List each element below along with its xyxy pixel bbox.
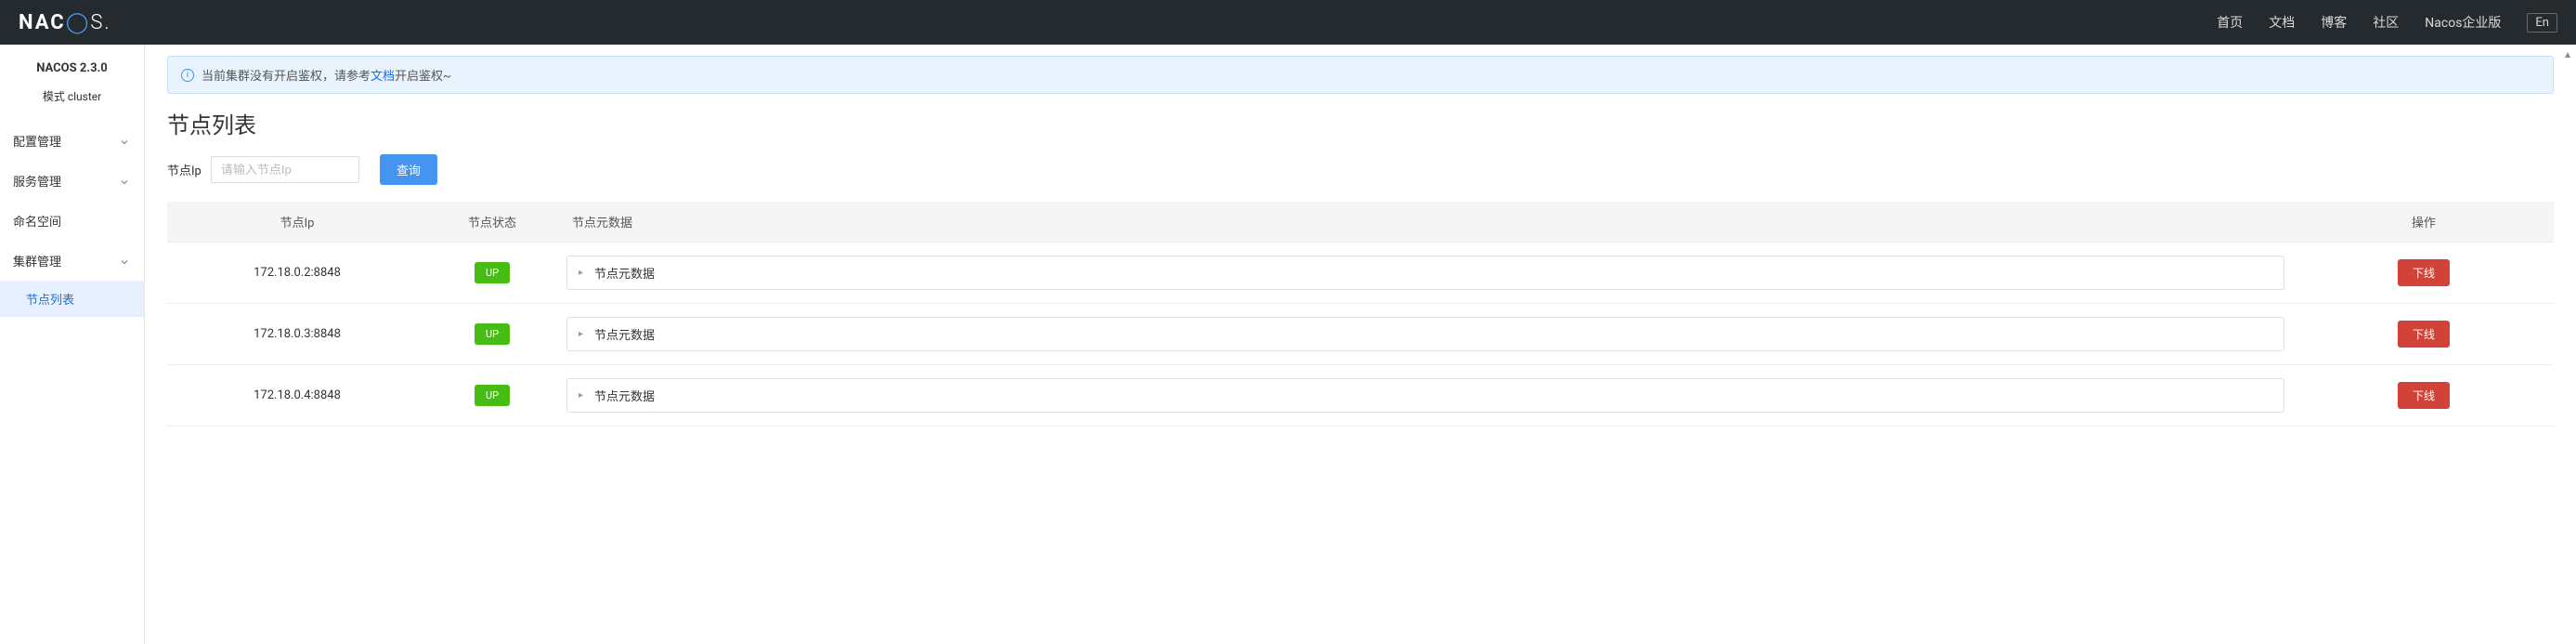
meta-expand-toggle[interactable]: ▸ 节点元数据 [566,378,2284,413]
status-badge: UP [475,323,510,345]
alert-docs-link[interactable]: 文档 [371,70,395,84]
scroll-up-icon: ▲ [2563,50,2572,60]
chevron-down-icon [120,256,129,266]
header-nav: 首页 文档 博客 社区 Nacos企业版 En [2217,13,2557,33]
cell-status: UP [427,243,557,304]
cell-action: 下线 [2294,365,2554,427]
sidebar-item-cluster[interactable]: 集群管理 [0,241,144,281]
offline-button[interactable]: 下线 [2398,259,2450,286]
sidebar-item-namespace[interactable]: 命名空间 [0,201,144,241]
nav-enterprise[interactable]: Nacos企业版 [2425,13,2501,32]
th-meta: 节点元数据 [557,202,2294,243]
table-row: 172.18.0.3:8848 UP ▸ 节点元数据 下线 [167,304,2554,365]
cell-status: UP [427,304,557,365]
mode-label: 模式 cluster [0,88,144,113]
nav-blog[interactable]: 博客 [2321,13,2347,32]
nav-docs[interactable]: 文档 [2269,13,2295,32]
alert-text-suffix: 开启鉴权~ [395,70,451,84]
cell-meta: ▸ 节点元数据 [557,243,2294,304]
cell-action: 下线 [2294,304,2554,365]
meta-label: 节点元数据 [594,387,655,404]
cell-ip: 172.18.0.4:8848 [167,365,427,427]
sidebar-item-config[interactable]: 配置管理 [0,121,144,161]
nav-home[interactable]: 首页 [2217,13,2243,32]
sidebar-item-service[interactable]: 服务管理 [0,161,144,201]
cell-meta: ▸ 节点元数据 [557,365,2294,427]
offline-button[interactable]: 下线 [2398,382,2450,409]
sidebar: NACOS 2.3.0 模式 cluster 配置管理 服务管理 命名空间 集群… [0,45,145,644]
sidebar-item-nodelist[interactable]: 节点列表 [0,281,144,317]
cell-status: UP [427,365,557,427]
search-label: 节点Ip [167,161,202,178]
chevron-right-icon: ▸ [579,390,583,401]
logo: NAC◯S. [19,11,111,34]
cell-action: 下线 [2294,243,2554,304]
chevron-right-icon: ▸ [579,329,583,339]
cell-ip: 172.18.0.3:8848 [167,304,427,365]
page-title: 节点列表 [167,107,2554,139]
node-ip-input[interactable] [211,156,359,183]
offline-button[interactable]: 下线 [2398,321,2450,348]
cell-ip: 172.18.0.2:8848 [167,243,427,304]
status-badge: UP [475,262,510,283]
chevron-down-icon [120,177,129,186]
lang-toggle[interactable]: En [2527,13,2557,33]
chevron-down-icon [120,137,129,146]
meta-expand-toggle[interactable]: ▸ 节点元数据 [566,317,2284,351]
th-action: 操作 [2294,202,2554,243]
version-label: NACOS 2.3.0 [0,61,144,75]
status-badge: UP [475,385,510,406]
chevron-right-icon: ▸ [579,268,583,278]
th-status: 节点状态 [427,202,557,243]
node-table: 节点Ip 节点状态 节点元数据 操作 172.18.0.2:8848 UP ▸ … [167,202,2554,427]
th-ip: 节点Ip [167,202,427,243]
search-row: 节点Ip 查询 [167,154,2554,185]
meta-label: 节点元数据 [594,264,655,282]
nav-community[interactable]: 社区 [2373,13,2399,32]
meta-label: 节点元数据 [594,325,655,343]
table-row: 172.18.0.4:8848 UP ▸ 节点元数据 下线 [167,365,2554,427]
info-icon: i [181,69,194,82]
cell-meta: ▸ 节点元数据 [557,304,2294,365]
sidebar-header: NACOS 2.3.0 模式 cluster [0,45,144,121]
query-button[interactable]: 查询 [380,154,437,185]
auth-alert: i 当前集群没有开启鉴权，请参考文档开启鉴权~ [167,56,2554,94]
alert-text-prefix: 当前集群没有开启鉴权，请参考 [202,70,371,84]
main-content: ▲ i 当前集群没有开启鉴权，请参考文档开启鉴权~ 节点列表 节点Ip 查询 节… [145,45,2576,644]
meta-expand-toggle[interactable]: ▸ 节点元数据 [566,256,2284,290]
top-header: NAC◯S. 首页 文档 博客 社区 Nacos企业版 En [0,0,2576,45]
table-row: 172.18.0.2:8848 UP ▸ 节点元数据 下线 [167,243,2554,304]
